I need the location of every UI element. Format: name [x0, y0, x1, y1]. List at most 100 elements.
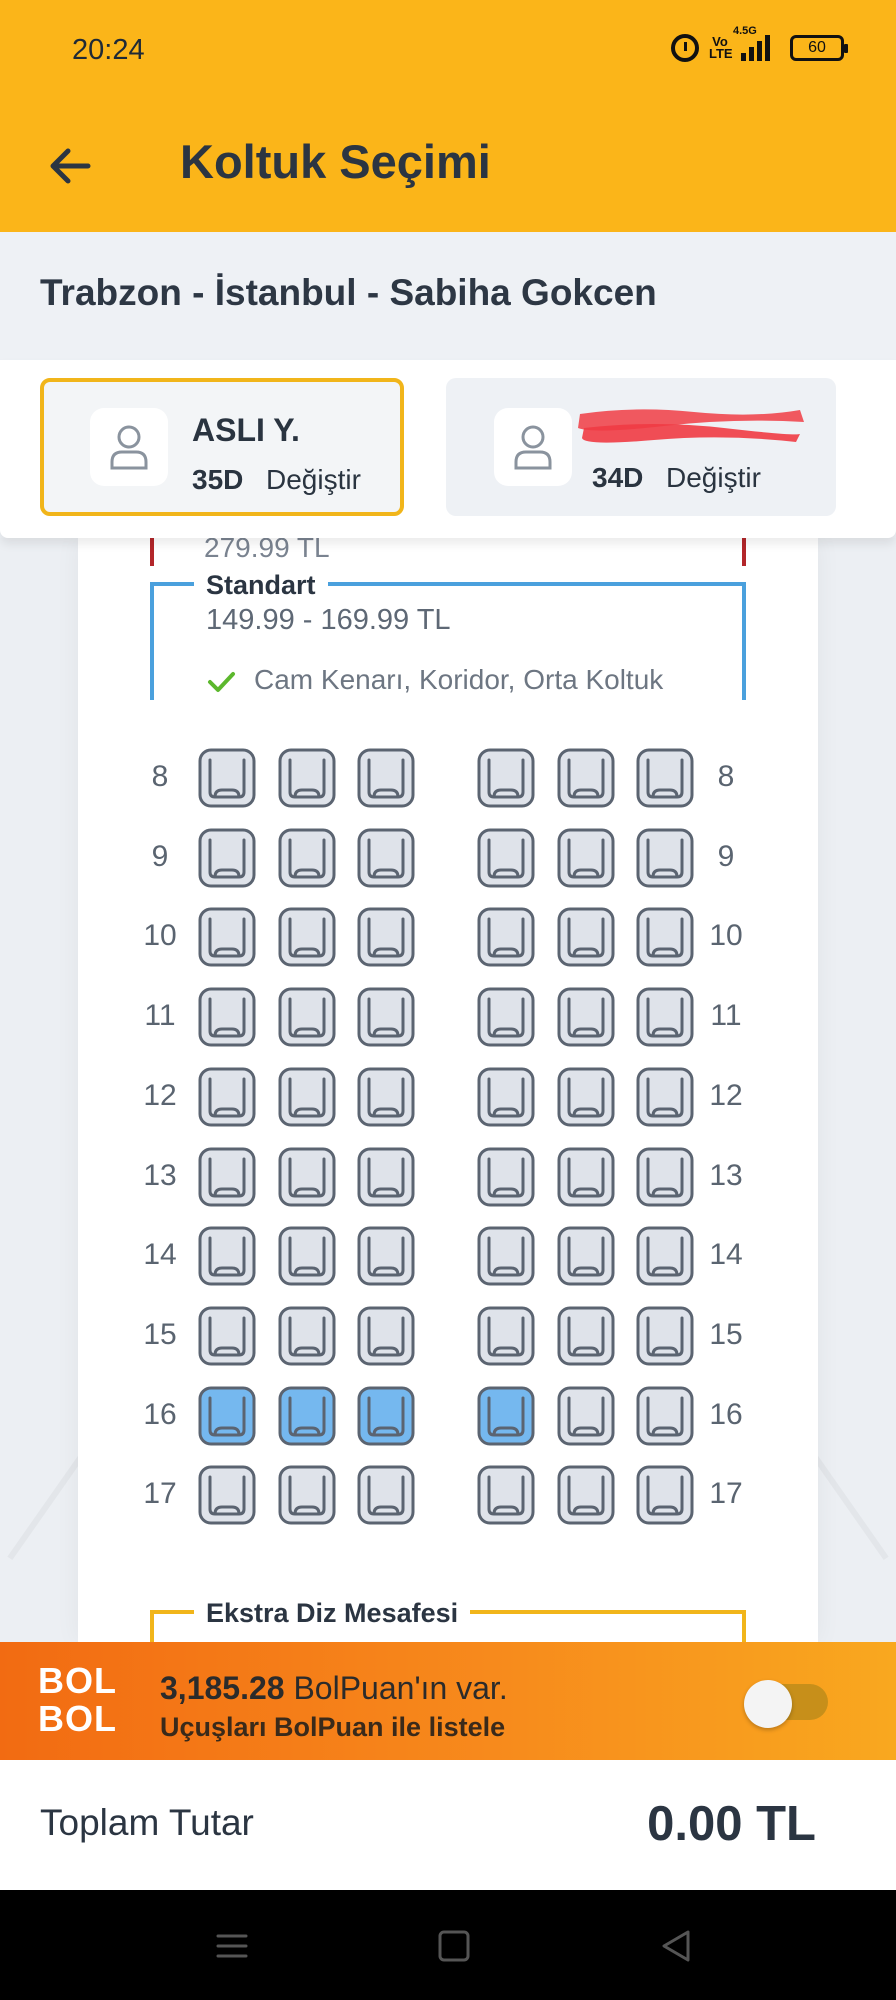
- seat-13B[interactable]: [278, 1147, 336, 1207]
- seat-9E[interactable]: [557, 828, 615, 888]
- seat-icon: [477, 1067, 535, 1127]
- redacted-name: [574, 404, 806, 444]
- seat-10C[interactable]: [357, 907, 415, 967]
- seat-17E[interactable]: [557, 1465, 615, 1525]
- extra-legroom-zone: Ekstra Diz Mesafesi: [150, 1598, 746, 1642]
- seat-13D[interactable]: [477, 1147, 535, 1207]
- seat-icon: [557, 1306, 615, 1366]
- seat-icon: [477, 1386, 535, 1446]
- seat-16F[interactable]: [636, 1386, 694, 1446]
- seat-8D[interactable]: [477, 748, 535, 808]
- seat-10A[interactable]: [198, 907, 256, 967]
- seat-11A[interactable]: [198, 987, 256, 1047]
- seat-8E[interactable]: [557, 748, 615, 808]
- seat-12B[interactable]: [278, 1067, 336, 1127]
- seat-9D[interactable]: [477, 828, 535, 888]
- seat-13A[interactable]: [198, 1147, 256, 1207]
- seat-8A[interactable]: [198, 748, 256, 808]
- seat-14E[interactable]: [557, 1226, 615, 1286]
- seat-11D[interactable]: [477, 987, 535, 1047]
- seat-11E[interactable]: [557, 987, 615, 1047]
- seat-10F[interactable]: [636, 907, 694, 967]
- seat-15A[interactable]: [198, 1306, 256, 1366]
- seat-17F[interactable]: [636, 1465, 694, 1525]
- passenger-seat: 35D: [192, 464, 244, 495]
- seat-16E[interactable]: [557, 1386, 615, 1446]
- seat-9C[interactable]: [357, 828, 415, 888]
- seat-9F[interactable]: [636, 828, 694, 888]
- seat-17D[interactable]: [477, 1465, 535, 1525]
- seat-16D-selected[interactable]: [477, 1386, 535, 1446]
- seat-icon: [278, 828, 336, 888]
- seat-15B[interactable]: [278, 1306, 336, 1366]
- home-icon[interactable]: [434, 1926, 474, 1966]
- seat-14F[interactable]: [636, 1226, 694, 1286]
- seat-17A[interactable]: [198, 1465, 256, 1525]
- menu-icon[interactable]: [212, 1926, 252, 1966]
- prev-zone-border-left: [150, 538, 154, 566]
- seat-14D[interactable]: [477, 1226, 535, 1286]
- seat-10E[interactable]: [557, 907, 615, 967]
- row-number: 17: [143, 1477, 177, 1510]
- row-number: 9: [717, 840, 735, 873]
- prev-zone-border-right: [742, 538, 746, 566]
- seat-17C[interactable]: [357, 1465, 415, 1525]
- seat-12C[interactable]: [357, 1067, 415, 1127]
- seat-11C[interactable]: [357, 987, 415, 1047]
- seat-14B[interactable]: [278, 1226, 336, 1286]
- seat-13F[interactable]: [636, 1147, 694, 1207]
- seat-16A-selected[interactable]: [198, 1386, 256, 1446]
- seat-icon: [357, 828, 415, 888]
- seat-15C[interactable]: [357, 1306, 415, 1366]
- seat-14A[interactable]: [198, 1226, 256, 1286]
- seat-8C[interactable]: [357, 748, 415, 808]
- seat-12F[interactable]: [636, 1067, 694, 1127]
- bolbol-logo: BOL BOL: [38, 1662, 124, 1738]
- user-icon: [494, 408, 572, 486]
- total-bar: Toplam Tutar 0.00 TL: [0, 1760, 896, 1890]
- seat-16B-selected[interactable]: [278, 1386, 336, 1446]
- seat-icon: [636, 1067, 694, 1127]
- change-seat-link[interactable]: Değiştir: [666, 462, 761, 494]
- seat-13E[interactable]: [557, 1147, 615, 1207]
- seat-12E[interactable]: [557, 1067, 615, 1127]
- seat-15E[interactable]: [557, 1306, 615, 1366]
- back-arrow-icon[interactable]: [44, 140, 96, 192]
- seat-8F[interactable]: [636, 748, 694, 808]
- seat-icon: [198, 1386, 256, 1446]
- seat-12A[interactable]: [198, 1067, 256, 1127]
- seat-icon: [357, 1067, 415, 1127]
- seat-8B[interactable]: [278, 748, 336, 808]
- seat-17B[interactable]: [278, 1465, 336, 1525]
- bolpuan-subtitle: Uçuşları BolPuan ile listele: [160, 1712, 506, 1742]
- bolpuan-toggle[interactable]: [744, 1680, 828, 1728]
- zone-label: Standart: [194, 570, 328, 601]
- seat-icon: [198, 1226, 256, 1286]
- seat-13C[interactable]: [357, 1147, 415, 1207]
- prev-zone-price: 279.99 TL: [204, 538, 330, 563]
- seat-10B[interactable]: [278, 907, 336, 967]
- seat-9A[interactable]: [198, 828, 256, 888]
- alarm-icon: [671, 34, 699, 62]
- seat-15D[interactable]: [477, 1306, 535, 1366]
- seat-icon: [636, 907, 694, 967]
- seat-10D[interactable]: [477, 907, 535, 967]
- change-seat-link[interactable]: Değiştir: [266, 464, 361, 496]
- seat-9B[interactable]: [278, 828, 336, 888]
- seat-16C-selected[interactable]: [357, 1386, 415, 1446]
- passenger-card-2[interactable]: 34D Değiştir: [446, 378, 836, 516]
- back-icon[interactable]: [656, 1926, 696, 1966]
- seat-14C[interactable]: [357, 1226, 415, 1286]
- seat-15F[interactable]: [636, 1306, 694, 1366]
- seat-11B[interactable]: [278, 987, 336, 1047]
- seat-icon: [198, 1306, 256, 1366]
- total-value: 0.00 TL: [647, 1797, 816, 1851]
- seat-icon: [477, 987, 535, 1047]
- route-text: Trabzon - İstanbul - Sabiha Gokcen: [40, 272, 657, 313]
- seat-icon: [198, 1067, 256, 1127]
- seat-icon: [278, 1465, 336, 1525]
- battery-level: 60: [808, 39, 826, 56]
- seat-11F[interactable]: [636, 987, 694, 1047]
- seat-12D[interactable]: [477, 1067, 535, 1127]
- passenger-card-1[interactable]: ASLI Y. 35D Değiştir: [40, 378, 404, 516]
